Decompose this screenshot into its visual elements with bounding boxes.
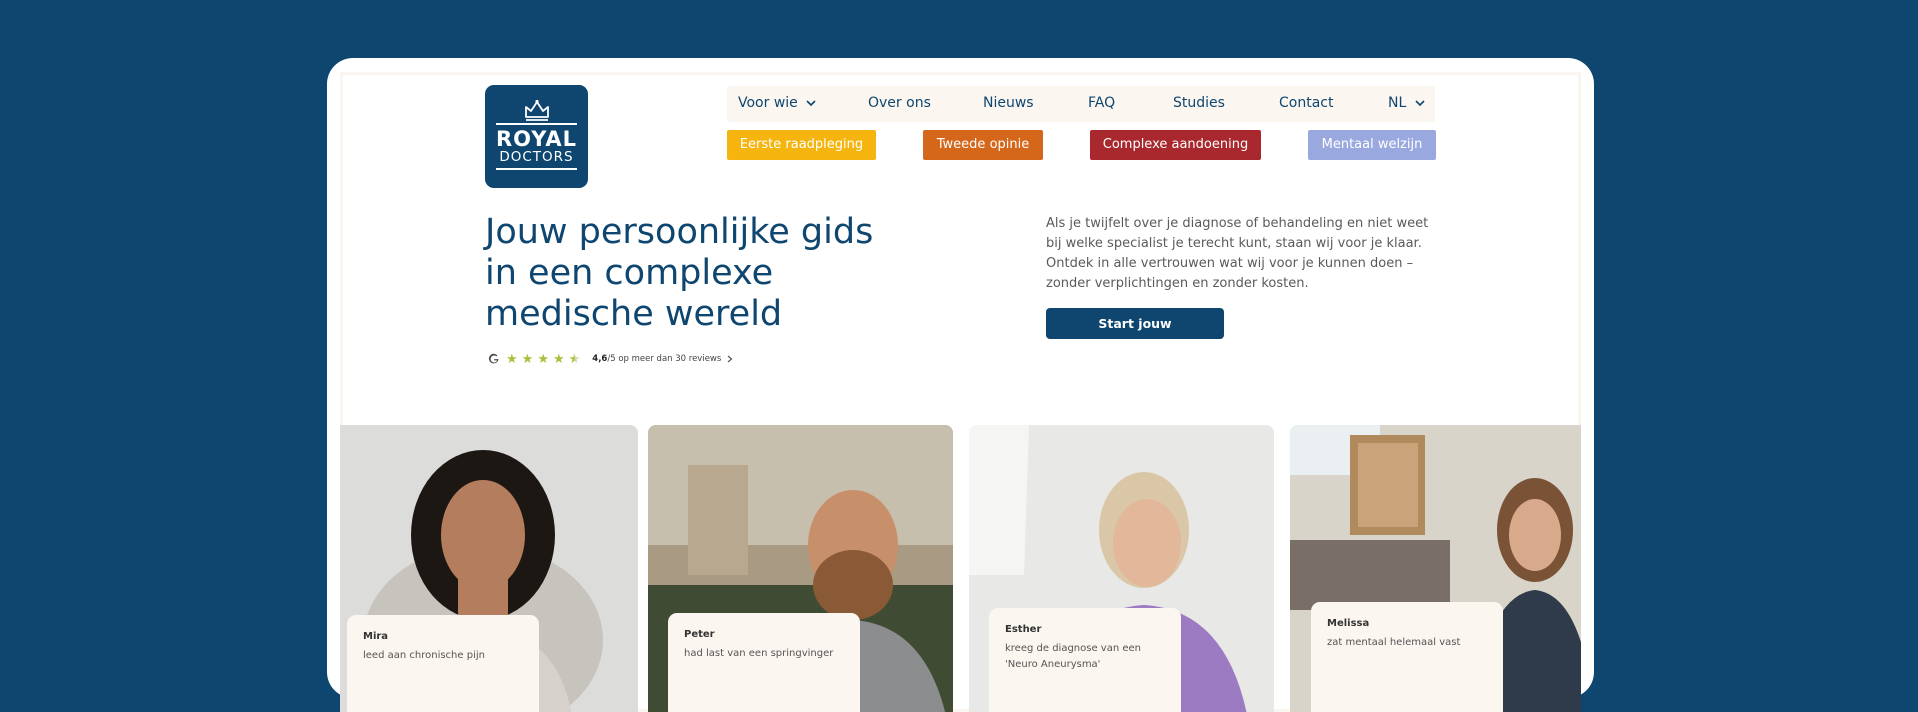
nav-item-over-ons[interactable]: Over ons [868,95,931,111]
google-reviews-badge[interactable]: ★ ★ ★ ★ ★ 4,6/5 op meer dan 30 reviews [488,350,733,368]
nav-item-contact[interactable]: Contact [1279,95,1333,111]
rating-suffix: /5 op meer dan 30 reviews [607,354,722,364]
star-icon: ★ [521,351,534,367]
nav-item-voor-wie[interactable]: Voor wie [738,95,816,111]
story-card-peter[interactable]: Peter had last van een springvinger [648,425,953,712]
star-icon: ★ [552,351,565,367]
review-summary: 4,6/5 op meer dan 30 reviews [592,354,721,364]
story-name: Mira [363,631,389,642]
language-label: NL [1388,95,1407,111]
story-text: had last van een springvinger [684,648,834,659]
category-mentaal-welzijn[interactable]: Mentaal welzijn [1308,130,1436,160]
crown-icon [525,99,549,121]
logo-word-royal: ROYAL [495,127,578,151]
main-nav: Voor wie Over ons Nieuws FAQ Studies Con… [727,86,1435,122]
rating-score: 4,6 [592,354,608,364]
royal-doctors-logo[interactable]: ROYAL DOCTORS [485,85,588,188]
story-name: Melissa [1327,618,1370,629]
story-label: Mira leed aan chronische pijn [347,615,539,712]
nav-item-label: Voor wie [738,95,798,111]
nav-item-studies[interactable]: Studies [1173,95,1225,111]
story-text: kreeg de diagnose van een 'Neuro Aneurys… [1005,643,1141,670]
language-selector[interactable]: NL [1388,95,1425,111]
story-card-melissa[interactable]: Melissa zat mentaal helemaal vast [1290,425,1581,712]
story-text: leed aan chronische pijn [363,650,485,661]
story-label: Esther kreeg de diagnose van een 'Neuro … [989,608,1181,712]
logo-rule-bottom [496,168,577,170]
hero-title: Jouw persoonlijke gids in een complexe m… [485,212,874,334]
page-canvas: ROYAL DOCTORS Voor wie Over ons Nieuws F… [340,72,1581,712]
star-icon: ★ [537,351,549,367]
category-complexe-aandoening[interactable]: Complexe aandoening [1090,130,1261,160]
nav-item-faq[interactable]: FAQ [1088,95,1115,111]
google-icon [488,353,499,364]
half-star-icon: ★ [568,351,581,367]
rating-stars: ★ ★ ★ ★ ★ [506,353,580,366]
story-card-esther[interactable]: Esther kreeg de diagnose van een 'Neuro … [969,425,1274,712]
chevron-right-icon [727,355,733,363]
story-text: zat mentaal helemaal vast [1327,637,1461,648]
story-card-mira[interactable]: Mira leed aan chronische pijn [340,425,638,712]
story-label: Peter had last van een springvinger [668,613,860,712]
nav-item-nieuws[interactable]: Nieuws [983,95,1034,111]
story-name: Peter [684,629,715,640]
logo-word-doctors: DOCTORS [499,149,574,165]
chevron-down-icon [806,99,816,106]
story-name: Esther [1005,624,1042,635]
story-label: Melissa zat mentaal helemaal vast [1311,602,1503,712]
category-eerste-raadpleging[interactable]: Eerste raadpleging [727,130,876,160]
chevron-down-icon [1415,99,1425,106]
category-tweede-opinie[interactable]: Tweede opinie [923,130,1043,160]
logo-rule-top [496,123,577,125]
star-icon: ★ [506,351,518,367]
start-intake-button[interactable]: Start jouw intakegesprek [1046,308,1224,362]
intro-paragraph: Als je twijfelt over je diagnose of beha… [1046,216,1429,291]
